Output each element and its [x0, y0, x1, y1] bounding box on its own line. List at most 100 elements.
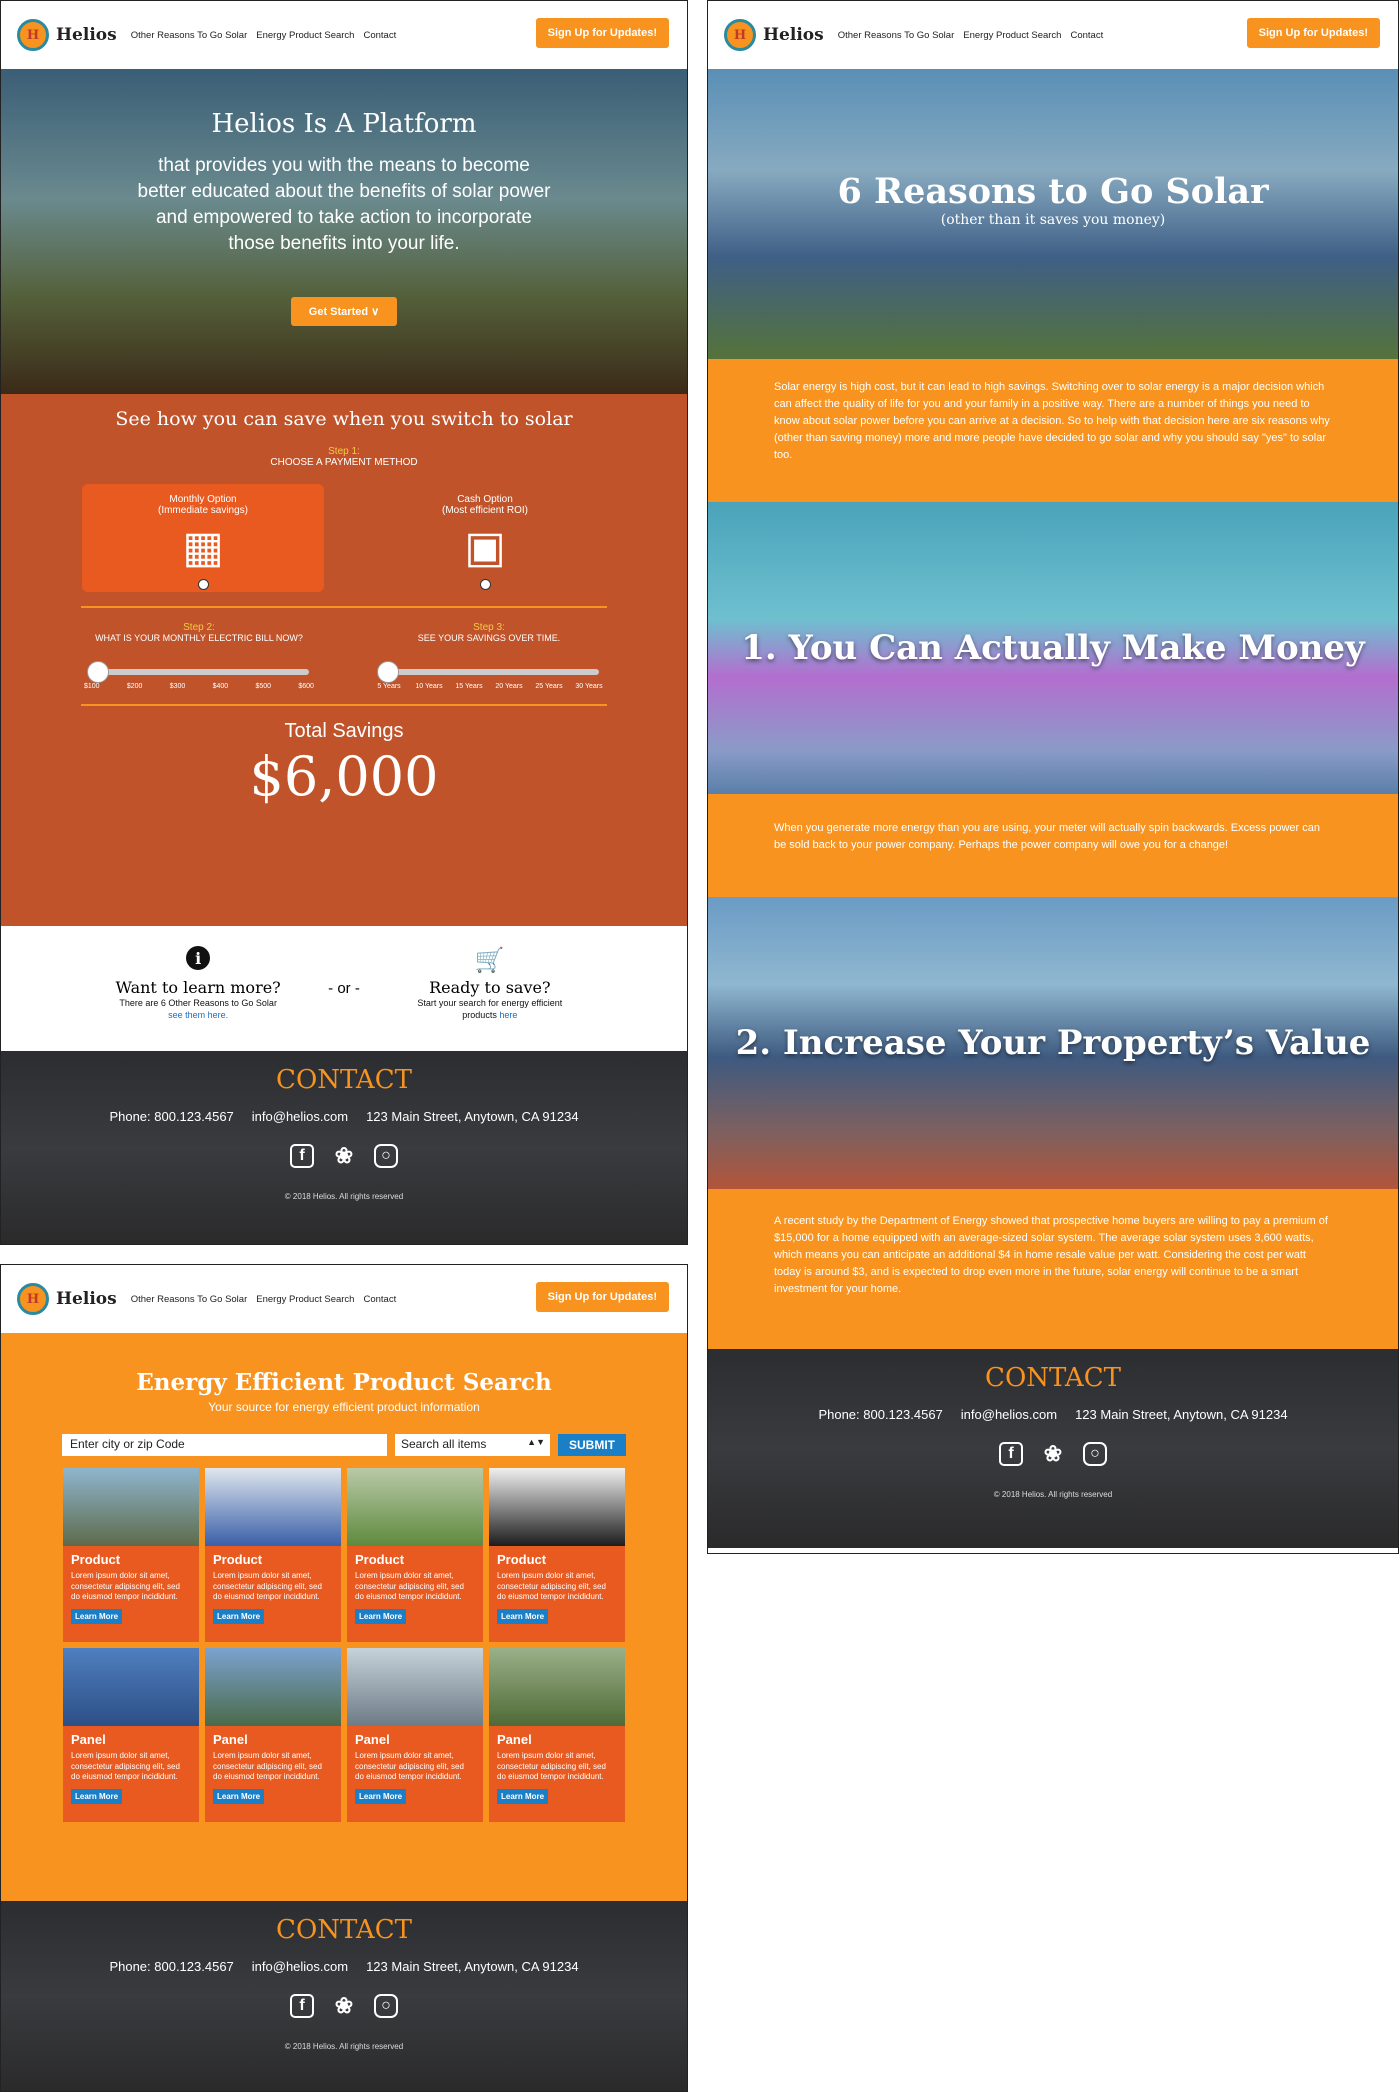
nav-link-reasons[interactable]: Other Reasons To Go Solar	[131, 1294, 248, 1305]
instagram-icon[interactable]: ○	[374, 1994, 398, 2018]
chevron-down-icon: ∨	[371, 306, 380, 318]
brand-name[interactable]: Helios	[56, 1289, 117, 1309]
learn-more-button[interactable]: Learn More	[497, 1608, 549, 1624]
contact-title: CONTACT	[985, 1363, 1121, 1393]
signup-button[interactable]: Sign Up for Updates!	[1246, 18, 1380, 48]
cash-option-label: Cash Option	[457, 494, 513, 505]
helios-logo[interactable]: H	[17, 1283, 49, 1315]
product-search-section: Energy Efficient Product Search Your sou…	[1, 1333, 687, 1901]
category-select[interactable]: Search all items ▲▼	[395, 1434, 550, 1456]
instagram-icon[interactable]: ○	[1083, 1442, 1107, 1466]
nav-bar: H Helios Other Reasons To Go Solar Energ…	[1, 1, 687, 69]
nav-link-reasons[interactable]: Other Reasons To Go Solar	[131, 30, 248, 41]
learn-more-button[interactable]: Learn More	[355, 1788, 407, 1804]
hero-section: Helios Is A Platform that provides you w…	[1, 69, 687, 394]
twitter-icon[interactable]: ❀	[332, 1143, 356, 1168]
location-input[interactable]: Enter city or zip Code	[62, 1434, 387, 1456]
bill-tick: $500	[255, 683, 272, 690]
facebook-icon[interactable]: f	[290, 1144, 314, 1168]
contact-phone: Phone: 800.123.4567	[109, 1959, 234, 1974]
reason1-title: 1. You Can Actually Make Money	[741, 628, 1365, 668]
reason2-image-section: 2. Increase Your Property’s Value	[708, 897, 1398, 1189]
facebook-icon[interactable]: f	[999, 1442, 1023, 1466]
helios-logo[interactable]: H	[17, 19, 49, 51]
savings-calculator: See how you can save when you switch to …	[1, 394, 687, 926]
roof-panel-image	[63, 1648, 199, 1726]
twitter-icon[interactable]: ❀	[332, 1993, 356, 2018]
field-panel-image	[489, 1648, 625, 1726]
bill-tick: $200	[126, 683, 143, 690]
signup-button[interactable]: Sign Up for Updates!	[535, 1282, 669, 1312]
contact-email[interactable]: info@helios.com	[252, 1959, 348, 1974]
step2-label: Step 2:	[183, 622, 215, 633]
year-tick: 20 Years	[495, 683, 523, 690]
total-savings-amount: $6,000	[249, 745, 439, 808]
nav-link-reasons[interactable]: Other Reasons To Go Solar	[838, 30, 955, 41]
bill-slider[interactable]	[87, 661, 309, 683]
contact-address: 123 Main Street, Anytown, CA 91234	[366, 1959, 579, 1974]
bill-tick: $300	[169, 683, 186, 690]
small-panel-image	[347, 1648, 483, 1726]
monthly-option-card[interactable]: Monthly Option (Immediate savings) ▦	[82, 484, 324, 592]
nav-link-product-search[interactable]: Energy Product Search	[256, 1294, 354, 1305]
twitter-icon[interactable]: ❀	[1041, 1441, 1065, 1466]
contact-title: CONTACT	[276, 1065, 412, 1095]
step2-desc: WHAT IS YOUR MONTHLY ELECTRIC BILL NOW?	[95, 633, 303, 643]
or-separator: - or -	[328, 980, 360, 997]
brand-name[interactable]: Helios	[763, 25, 824, 45]
reason2-text: A recent study by the Department of Ener…	[708, 1189, 1398, 1349]
year-tick: 15 Years	[455, 683, 483, 690]
see-them-link[interactable]: see them here.	[168, 1010, 228, 1020]
here-link[interactable]: here	[499, 1010, 517, 1020]
cash-radio[interactable]	[479, 579, 491, 590]
info-icon: i	[186, 946, 211, 970]
learn-more-button[interactable]: Learn More	[355, 1608, 407, 1624]
contact-address: 123 Main Street, Anytown, CA 91234	[366, 1109, 579, 1124]
contact-footer: CONTACT Phone: 800.123.4567 info@helios.…	[708, 1349, 1398, 1548]
dollar-bill-icon: ▣	[464, 523, 506, 572]
years-slider[interactable]	[377, 661, 599, 683]
signup-button[interactable]: Sign Up for Updates!	[535, 18, 669, 48]
reasons-intro: Solar energy is high cost, but it can le…	[708, 359, 1398, 502]
product-card: Panel Lorem ipsum dolor sit amet, consect…	[347, 1648, 483, 1822]
reasons-title: 6 Reasons to Go Solar	[837, 171, 1269, 212]
learn-more-section: i Want to learn more? There are 6 Other …	[1, 926, 687, 1051]
contact-address: 123 Main Street, Anytown, CA 91234	[1075, 1407, 1288, 1422]
step1-desc: CHOOSE A PAYMENT METHOD	[270, 457, 418, 468]
home-page-panel: H Helios Other Reasons To Go Solar Energ…	[0, 0, 688, 1245]
brand-name[interactable]: Helios	[56, 25, 117, 45]
learn-more-button[interactable]: Learn More	[213, 1608, 265, 1624]
instagram-icon[interactable]: ○	[374, 1144, 398, 1168]
monthly-option-sub: (Immediate savings)	[157, 505, 249, 516]
facebook-icon[interactable]: f	[290, 1994, 314, 2018]
learn-more-button[interactable]: Learn More	[71, 1788, 123, 1804]
bicycle-image	[63, 1468, 199, 1546]
product-card: Product Lorem ipsum dolor sit amet, conse…	[63, 1468, 199, 1642]
get-started-button[interactable]: Get Started ∨	[290, 297, 398, 326]
divider	[81, 606, 607, 608]
learn-more-button[interactable]: Learn More	[497, 1788, 549, 1804]
submit-button[interactable]: SUBMIT	[558, 1434, 626, 1456]
learn-more-button[interactable]: Learn More	[213, 1788, 265, 1804]
nav-link-contact[interactable]: Contact	[363, 1294, 396, 1305]
reasons-hero: 6 Reasons to Go Solar (other than it sav…	[708, 69, 1398, 359]
nav-link-contact[interactable]: Contact	[363, 30, 396, 41]
contact-email[interactable]: info@helios.com	[961, 1407, 1057, 1422]
years-slider-thumb[interactable]	[377, 661, 399, 683]
product-card: Product Lorem ipsum dolor sit amet, conse…	[489, 1468, 625, 1642]
bill-slider-thumb[interactable]	[87, 661, 109, 683]
year-tick: 10 Years	[415, 683, 443, 690]
divider	[81, 704, 607, 706]
step3-desc: SEE YOUR SAVINGS OVER TIME.	[417, 633, 561, 643]
nav-link-contact[interactable]: Contact	[1070, 30, 1103, 41]
helios-logo[interactable]: H	[724, 19, 756, 51]
power-station-image	[489, 1468, 625, 1546]
reasons-subtitle: (other than it saves you money)	[940, 212, 1166, 228]
monthly-radio[interactable]	[197, 579, 209, 590]
nav-link-product-search[interactable]: Energy Product Search	[256, 30, 354, 41]
nav-link-product-search[interactable]: Energy Product Search	[963, 30, 1061, 41]
learn-more-button[interactable]: Learn More	[71, 1608, 123, 1624]
cash-option-card[interactable]: Cash Option (Most efficient ROI) ▣	[364, 484, 606, 592]
contact-email[interactable]: info@helios.com	[252, 1109, 348, 1124]
reason2-title: 2. Increase Your Property’s Value	[735, 1023, 1371, 1063]
